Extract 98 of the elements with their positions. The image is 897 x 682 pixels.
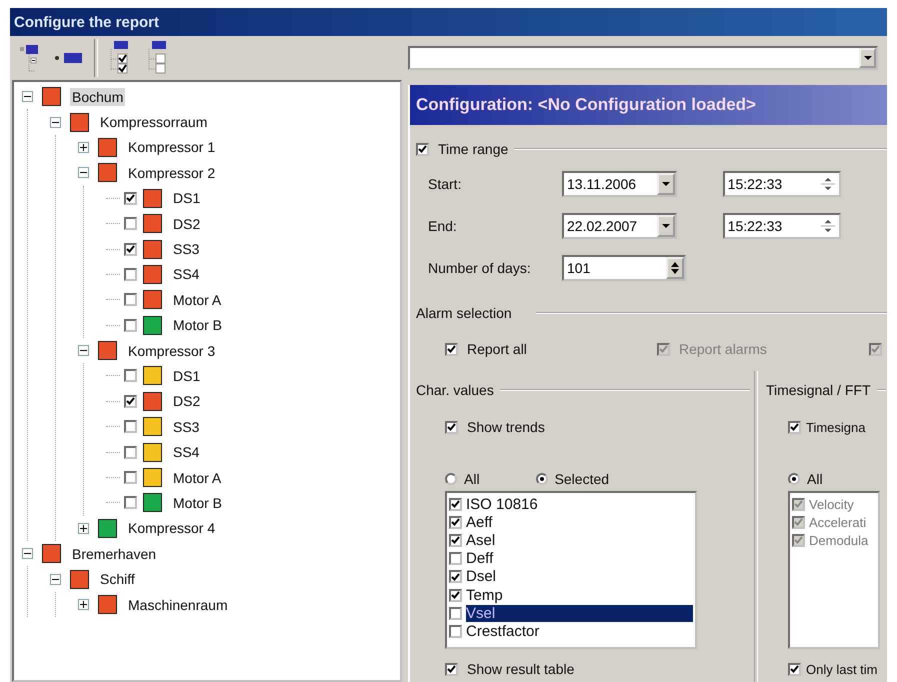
list-item[interactable]: Vsel xyxy=(466,604,693,622)
checkbox[interactable] xyxy=(449,552,462,566)
checkbox[interactable] xyxy=(445,662,458,676)
tree-item[interactable]: Kompressorraum xyxy=(98,113,210,132)
checkbox-label: Time range xyxy=(438,141,508,157)
checkbox[interactable] xyxy=(449,606,462,620)
expander-icon[interactable] xyxy=(22,548,33,560)
checkbox[interactable] xyxy=(449,516,462,529)
radio-label: All xyxy=(464,471,480,487)
dropdown-arrow-icon xyxy=(662,182,670,186)
list-item[interactable]: Aeff xyxy=(466,514,693,531)
expander-icon[interactable] xyxy=(50,574,61,585)
checkbox[interactable] xyxy=(124,293,137,306)
checkbox[interactable] xyxy=(449,498,462,511)
expander-icon[interactable] xyxy=(78,599,89,610)
checkbox[interactable] xyxy=(124,192,137,205)
configuration-dropdown[interactable] xyxy=(408,46,878,70)
checkbox-label: Report alarms xyxy=(679,341,767,357)
checkbox[interactable] xyxy=(124,318,137,332)
checkbox[interactable] xyxy=(449,588,462,602)
checkbox[interactable] xyxy=(124,420,137,434)
dropdown-arrow-icon xyxy=(864,56,872,60)
field-label: Start: xyxy=(428,176,462,192)
checkbox[interactable] xyxy=(124,217,137,230)
tree-item[interactable]: Motor A xyxy=(171,468,224,487)
checkbox[interactable] xyxy=(124,394,137,408)
list-item[interactable]: Crestfactor xyxy=(466,622,693,640)
field-label: Number of days: xyxy=(428,260,532,276)
tree-item[interactable]: DS2 xyxy=(171,214,202,233)
checkbox[interactable] xyxy=(416,142,429,156)
tree-item[interactable]: DS1 xyxy=(171,366,202,385)
checkbox-label: Show trends xyxy=(467,419,545,435)
check-all-icon xyxy=(108,41,130,75)
radio-button[interactable] xyxy=(445,473,457,485)
checkbox[interactable] xyxy=(124,242,137,256)
tree-item[interactable]: Kompressor 4 xyxy=(126,519,218,538)
checkbox[interactable] xyxy=(445,342,458,356)
collapse-tree-icon xyxy=(20,44,38,72)
spinner-icon xyxy=(821,177,835,191)
tree-item[interactable]: SS3 xyxy=(171,418,202,436)
tree-item[interactable]: Kompressor 2 xyxy=(126,164,218,182)
date-field[interactable]: 13.11.2006 xyxy=(562,171,677,197)
list-item[interactable]: ISO 10816 xyxy=(466,496,693,513)
expand-node-icon xyxy=(54,52,84,64)
tree-item[interactable]: Bochum xyxy=(70,88,126,106)
list-item[interactable]: Asel xyxy=(466,532,693,549)
checkbox-label: Show result table xyxy=(467,661,574,677)
checkbox[interactable] xyxy=(124,369,137,382)
configuration-header: Configuration: <No Configuration loaded> xyxy=(410,85,887,125)
checkbox[interactable] xyxy=(124,471,137,484)
tree-item[interactable]: DS2 xyxy=(171,392,202,410)
radio-label: All xyxy=(807,471,823,487)
section-title: Alarm selection xyxy=(416,305,512,321)
time-field[interactable]: 15:22:33 xyxy=(722,213,841,239)
spinner-icon xyxy=(821,219,835,233)
radio-label: Selected xyxy=(554,471,610,487)
tree-item[interactable]: Motor A xyxy=(171,290,224,309)
expander-icon[interactable] xyxy=(78,345,89,356)
list-item[interactable]: Dsel xyxy=(466,568,693,586)
tree-item[interactable]: SS4 xyxy=(171,443,202,462)
checkbox[interactable] xyxy=(449,624,462,638)
radio-button[interactable] xyxy=(536,473,548,485)
tree-item[interactable]: Motor B xyxy=(171,316,224,334)
checkbox[interactable] xyxy=(124,496,137,510)
tree-item[interactable]: Schiff xyxy=(98,570,137,588)
list-item[interactable]: Deff xyxy=(466,550,693,568)
tree-item[interactable]: Kompressor 3 xyxy=(126,342,218,360)
tree-item[interactable]: Bremerhaven xyxy=(70,544,158,563)
dropdown-arrow-icon xyxy=(662,224,670,228)
spinner-icon xyxy=(670,261,680,275)
checkbox[interactable] xyxy=(124,268,137,281)
expander-icon[interactable] xyxy=(22,91,33,102)
list-item[interactable]: Temp xyxy=(466,586,693,604)
checkbox[interactable] xyxy=(445,420,458,434)
tree-item[interactable]: Kompressor 1 xyxy=(126,138,218,156)
checkbox-label: Report all xyxy=(467,341,527,357)
time-field[interactable]: 15:22:33 xyxy=(722,171,841,197)
checkbox[interactable] xyxy=(124,446,137,459)
window-title: Configure the report xyxy=(10,8,887,36)
checkbox-label: Only last tim xyxy=(806,662,878,676)
checkbox[interactable] xyxy=(449,570,462,584)
tree-item[interactable]: SS3 xyxy=(171,240,202,258)
expander-icon[interactable] xyxy=(78,167,89,178)
uncheck-all-icon xyxy=(146,41,168,75)
field-label: End: xyxy=(428,218,458,234)
number-field[interactable]: 101 xyxy=(562,255,686,281)
tree-item[interactable]: Motor B xyxy=(171,494,224,512)
date-field[interactable]: 22.02.2007 xyxy=(562,213,677,239)
group-title: Timesignal / FFT xyxy=(766,382,870,398)
expander-icon[interactable] xyxy=(78,522,89,534)
tree-item[interactable]: Maschinenraum xyxy=(126,596,230,614)
tree-item[interactable]: SS4 xyxy=(171,265,202,284)
expander-icon[interactable] xyxy=(50,116,61,128)
checkbox-label: Timesigna xyxy=(806,420,866,434)
expander-icon[interactable] xyxy=(78,142,89,153)
group-title: Char. values xyxy=(416,382,494,398)
checkbox[interactable] xyxy=(449,534,462,547)
tree-item[interactable]: DS1 xyxy=(171,189,202,208)
